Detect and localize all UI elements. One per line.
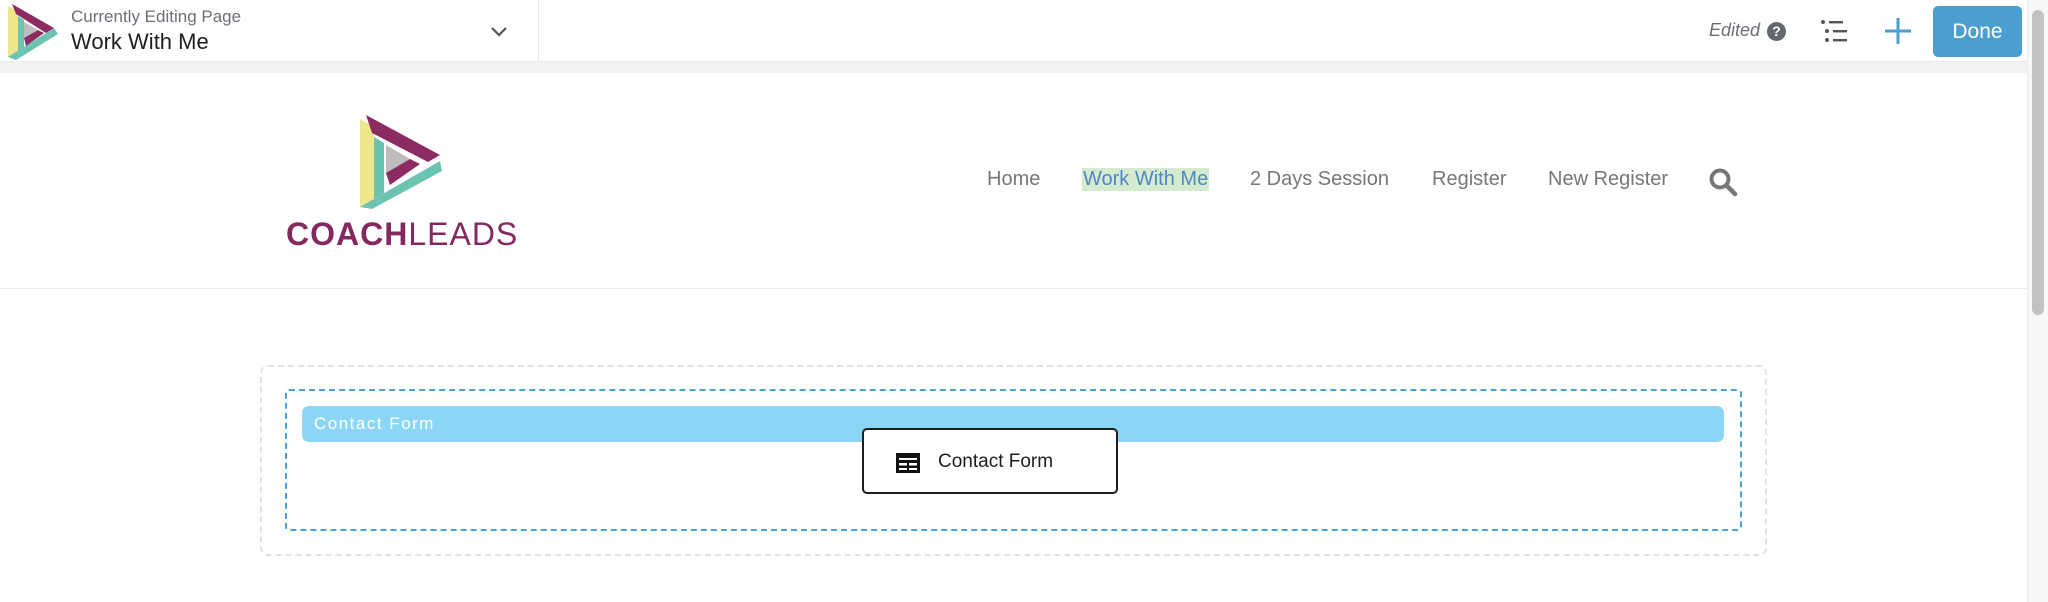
plus-icon[interactable] <box>1881 14 1915 48</box>
toolbar-divider <box>0 62 2027 73</box>
brand-light: LEADS <box>408 216 519 252</box>
page-switcher[interactable]: Currently Editing Page Work With Me <box>0 0 539 62</box>
contact-form-header-label: Contact Form <box>314 414 435 433</box>
help-icon[interactable]: ? <box>1767 22 1786 41</box>
editor-toolbar: Currently Editing Page Work With Me Edit… <box>0 0 2027 62</box>
site-logo[interactable]: COACHLEADS <box>286 115 517 252</box>
nav-register[interactable]: Register <box>1432 168 1506 191</box>
contact-form-block-chip[interactable]: Contact Form <box>862 428 1118 494</box>
nav-home[interactable]: Home <box>987 168 1040 191</box>
table-icon <box>896 453 920 473</box>
scrollbar-thumb[interactable] <box>2032 10 2044 315</box>
nav-2-days-session[interactable]: 2 Days Session <box>1250 168 1389 191</box>
nav-new-register[interactable]: New Register <box>1548 168 1668 191</box>
chevron-down-icon[interactable] <box>488 20 510 42</box>
brand-name: COACHLEADS <box>286 216 518 253</box>
page-title: Work With Me <box>71 29 209 54</box>
scrollbar[interactable] <box>2027 0 2048 602</box>
app-logo-icon <box>8 4 58 60</box>
nav-work-with-me[interactable]: Work With Me <box>1082 168 1210 191</box>
currently-editing-label: Currently Editing Page <box>71 7 242 26</box>
coachleads-logo-icon <box>360 115 442 209</box>
site-header: COACHLEADS Home Work With Me 2 Days Sess… <box>0 73 2027 289</box>
done-button[interactable]: Done <box>1933 6 2022 57</box>
edit-status: Edited <box>1709 20 1761 40</box>
search-icon[interactable] <box>1708 167 1738 197</box>
brand-bold: COACH <box>286 216 409 252</box>
contact-form-chip-label: Contact Form <box>938 451 1054 472</box>
outline-list-icon[interactable] <box>1818 16 1850 46</box>
